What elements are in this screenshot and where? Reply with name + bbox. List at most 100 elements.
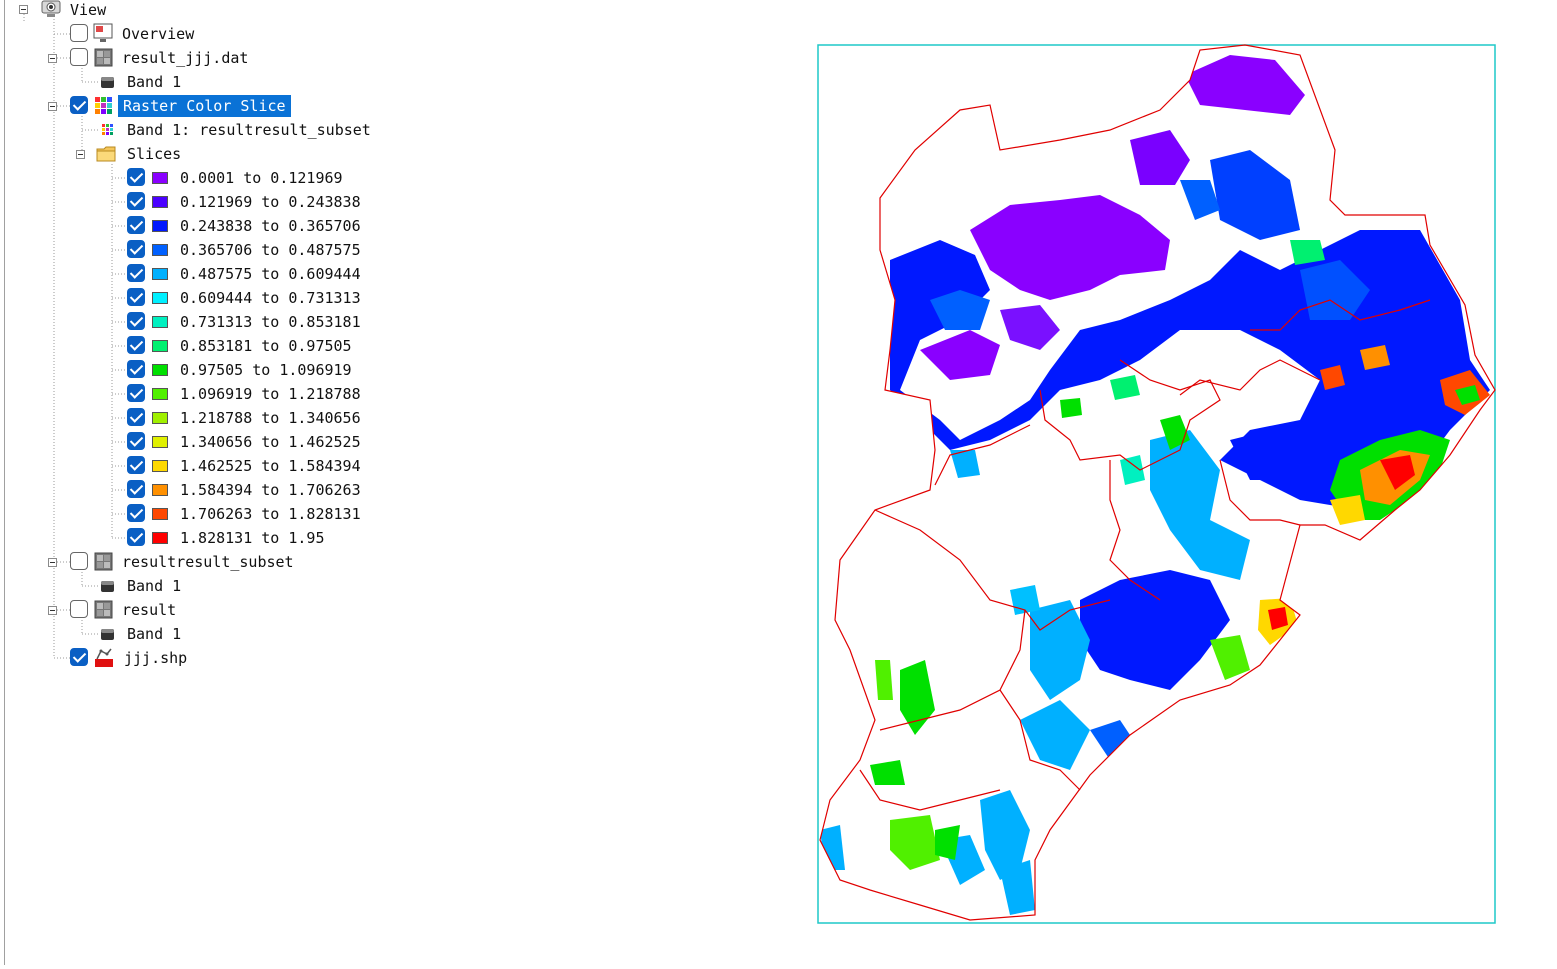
slice-color-swatch <box>152 292 168 304</box>
slice-item[interactable]: 1.584394 to 1.706263 <box>0 478 400 502</box>
slice-checkbox[interactable] <box>127 192 145 210</box>
tree-node-view[interactable]: View <box>0 0 300 22</box>
slice-checkbox[interactable] <box>127 240 145 258</box>
slice-checkbox[interactable] <box>127 360 145 378</box>
slice-checkbox[interactable] <box>127 432 145 450</box>
layer-manager-panel: View Overview result_jjj.dat Band 1 Rast… <box>0 0 447 965</box>
overview-icon <box>93 23 113 42</box>
slice-color-swatch <box>152 196 168 208</box>
slice-range-label: 0.0001 to 0.121969 <box>180 169 343 187</box>
tree-node-result-band[interactable]: Band 1 <box>0 622 300 646</box>
band-icon <box>101 629 114 640</box>
slice-color-swatch <box>152 460 168 472</box>
subset-checkbox[interactable] <box>70 552 88 570</box>
slice-range-label: 0.853181 to 0.97505 <box>180 337 352 355</box>
slice-color-swatch <box>152 340 168 352</box>
slice-item[interactable]: 0.0001 to 0.121969 <box>0 166 400 190</box>
tree-node-result-jjj[interactable]: result_jjj.dat <box>0 46 300 70</box>
slice-item[interactable]: 1.706263 to 1.828131 <box>0 502 400 526</box>
slice-checkbox[interactable] <box>127 288 145 306</box>
slice-checkbox[interactable] <box>127 168 145 186</box>
slice-color-swatch <box>152 316 168 328</box>
slice-item[interactable]: 0.121969 to 0.243838 <box>0 190 400 214</box>
shapefile-checkbox[interactable] <box>70 648 88 666</box>
tree-node-raster-color-slice[interactable]: Raster Color Slice <box>0 94 300 118</box>
tree-node-result-jjj-band[interactable]: Band 1 <box>0 70 300 94</box>
view-label: View <box>70 1 107 19</box>
subset-band-label: Band 1 <box>127 577 182 595</box>
slice-checkbox[interactable] <box>127 312 145 330</box>
slice-item[interactable]: 1.096919 to 1.218788 <box>0 382 400 406</box>
result-checkbox[interactable] <box>70 600 88 618</box>
collapse-toggle-slices[interactable] <box>76 150 85 159</box>
slice-item[interactable]: 0.731313 to 0.853181 <box>0 310 400 334</box>
slice-item[interactable]: 1.828131 to 1.95 <box>0 526 400 550</box>
slice-color-swatch <box>152 532 168 544</box>
collapse-toggle-result[interactable] <box>48 606 57 615</box>
raster-icon <box>94 48 113 67</box>
overview-checkbox[interactable] <box>70 24 88 42</box>
color-slice-checkbox[interactable] <box>70 96 88 114</box>
band-icon <box>101 581 114 592</box>
tree-node-color-slice-band[interactable]: Band 1: resultresult_subset <box>0 118 400 142</box>
map-canvas[interactable] <box>457 0 1557 965</box>
slice-range-label: 1.096919 to 1.218788 <box>180 385 361 403</box>
collapse-toggle-subset[interactable] <box>48 558 57 567</box>
slice-checkbox[interactable] <box>127 336 145 354</box>
result-jjj-label: result_jjj.dat <box>122 49 249 67</box>
slice-checkbox[interactable] <box>127 480 145 498</box>
slice-item[interactable]: 0.97505 to 1.096919 <box>0 358 400 382</box>
result-jjj-checkbox[interactable] <box>70 48 88 66</box>
slice-item[interactable]: 1.218788 to 1.340656 <box>0 406 400 430</box>
slice-checkbox[interactable] <box>127 504 145 522</box>
slice-range-label: 0.121969 to 0.243838 <box>180 193 361 211</box>
slice-item[interactable]: 0.853181 to 0.97505 <box>0 334 400 358</box>
slice-range-label: 1.218788 to 1.340656 <box>180 409 361 427</box>
slice-color-swatch <box>152 508 168 520</box>
collapse-toggle-view[interactable] <box>19 5 28 14</box>
slice-checkbox[interactable] <box>127 216 145 234</box>
slice-item[interactable]: 1.340656 to 1.462525 <box>0 430 400 454</box>
slice-range-label: 0.609444 to 0.731313 <box>180 289 361 307</box>
slice-color-swatch <box>152 244 168 256</box>
slice-item[interactable]: 0.487575 to 0.609444 <box>0 262 400 286</box>
tree-node-resultresult-subset[interactable]: resultresult_subset <box>0 550 320 574</box>
slice-checkbox[interactable] <box>127 264 145 282</box>
color-slice-band-label: Band 1: resultresult_subset <box>127 121 371 139</box>
raster-icon <box>94 600 113 619</box>
tree-node-shapefile[interactable]: jjj.shp <box>0 646 300 670</box>
slice-color-swatch <box>152 172 168 184</box>
tree-node-overview[interactable]: Overview <box>0 22 300 46</box>
slice-checkbox[interactable] <box>127 384 145 402</box>
overview-label: Overview <box>122 25 195 43</box>
layer-tree: View Overview result_jjj.dat Band 1 Rast… <box>0 0 446 965</box>
tree-node-result[interactable]: result <box>0 598 300 622</box>
result-band-label: Band 1 <box>127 625 182 643</box>
slice-range-label: 0.365706 to 0.487575 <box>180 241 361 259</box>
slice-item[interactable]: 1.462525 to 1.584394 <box>0 454 400 478</box>
tree-node-subset-band[interactable]: Band 1 <box>0 574 300 598</box>
shapefile-label: jjj.shp <box>124 649 188 667</box>
slice-color-swatch <box>152 268 168 280</box>
slice-item[interactable]: 0.243838 to 0.365706 <box>0 214 400 238</box>
raster-icon <box>94 552 113 571</box>
slice-color-swatch <box>152 484 168 496</box>
slice-range-label: 0.487575 to 0.609444 <box>180 265 361 283</box>
collapse-toggle-color-slice[interactable] <box>48 102 57 111</box>
slice-checkbox[interactable] <box>127 528 145 546</box>
slice-item[interactable]: 0.609444 to 0.731313 <box>0 286 400 310</box>
slice-checkbox[interactable] <box>127 456 145 474</box>
map-display[interactable] <box>457 0 1557 965</box>
slice-color-swatch <box>152 364 168 376</box>
slice-range-label: 1.340656 to 1.462525 <box>180 433 361 451</box>
slice-color-swatch <box>152 412 168 424</box>
folder-icon <box>96 146 116 162</box>
tree-node-slices[interactable]: Slices <box>0 142 300 166</box>
slice-color-swatch <box>152 388 168 400</box>
slice-item[interactable]: 0.365706 to 0.487575 <box>0 238 400 262</box>
slice-checkbox[interactable] <box>127 408 145 426</box>
slice-color-swatch <box>152 220 168 232</box>
slice-color-swatch <box>152 436 168 448</box>
collapse-toggle-result-jjj[interactable] <box>48 54 57 63</box>
slice-range-label: 1.706263 to 1.828131 <box>180 505 361 523</box>
